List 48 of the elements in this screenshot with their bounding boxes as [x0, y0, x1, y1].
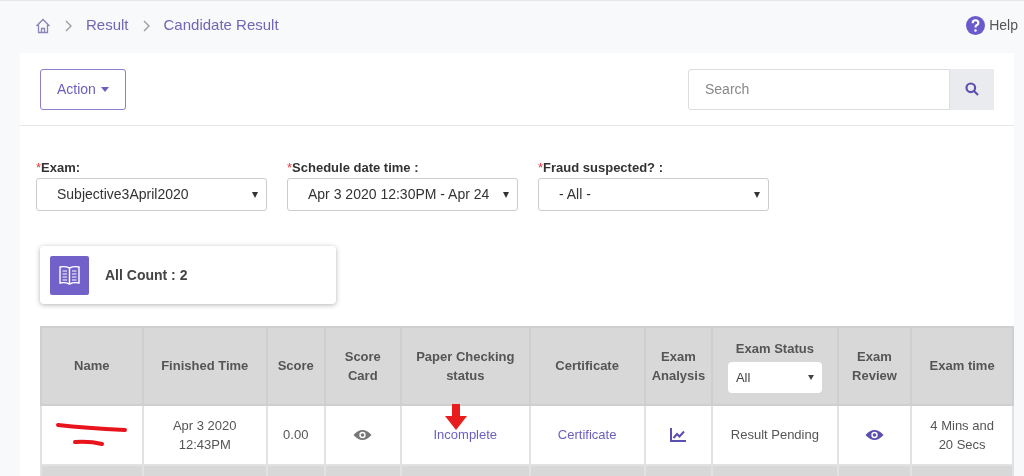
action-button[interactable]: Action — [40, 68, 126, 110]
select-field[interactable]: Subjective3April2020 — [36, 178, 267, 211]
caret-icon — [100, 86, 109, 92]
view-icon[interactable] — [353, 429, 373, 441]
chart-icon[interactable] — [670, 428, 687, 442]
column-header: Score Card — [344, 348, 381, 383]
filter-label: Fraud suspected? : — [543, 159, 663, 177]
search-icon — [965, 82, 979, 96]
arrow-annotation — [444, 404, 467, 430]
required-mark: * — [36, 159, 42, 177]
required-mark: * — [538, 159, 544, 177]
view-icon[interactable] — [864, 429, 884, 441]
column-header: Exam Status — [734, 340, 815, 359]
column-header: Finished Time — [161, 358, 249, 374]
book-icon — [50, 255, 89, 295]
status-link[interactable]: Incomplete — [433, 427, 498, 443]
help-icon[interactable] — [966, 16, 986, 35]
column-header: Name — [74, 358, 110, 374]
chevron-icon — [142, 19, 150, 32]
caret-icon — [503, 191, 509, 198]
caret-icon — [252, 191, 258, 198]
search-button[interactable] — [950, 68, 994, 110]
select-field[interactable]: Apr 3 2020 12:30PM - Apr 24 — [287, 178, 518, 211]
home-icon[interactable] — [35, 17, 51, 34]
search-field[interactable]: Search — [688, 68, 950, 110]
filter-label: Schedule date time : — [292, 159, 419, 177]
breadcrumb-link[interactable]: Result — [86, 14, 129, 37]
exam-status: Result Pending — [730, 427, 819, 443]
column-header: Exam time — [929, 358, 995, 374]
help-link[interactable]: Help — [989, 15, 1018, 36]
caret-icon — [754, 191, 760, 198]
score-value: 0.00 — [283, 427, 309, 443]
column-header: Certificate — [555, 358, 619, 374]
chevron-icon — [65, 19, 72, 32]
certificate-link[interactable]: Certificate — [557, 427, 617, 443]
column-header: Score — [277, 358, 314, 374]
finished-time: Apr 3 2020 12:43PM — [171, 416, 238, 454]
breadcrumb-link[interactable]: Candidate Result — [163, 14, 279, 37]
column-header: Exam Review — [852, 348, 897, 383]
filter-label: Exam: — [41, 159, 81, 177]
required-mark: * — [287, 159, 293, 177]
caret-icon — [807, 374, 814, 380]
column-header: Paper Checking status — [416, 348, 515, 383]
select-field[interactable]: - All - — [538, 178, 769, 211]
exam-time: 4 Mins and 20 Secs — [929, 416, 995, 454]
status-select[interactable]: All — [727, 361, 822, 393]
count-label: All Count : 2 — [105, 265, 188, 285]
column-header: Exam Analysis — [651, 348, 706, 383]
